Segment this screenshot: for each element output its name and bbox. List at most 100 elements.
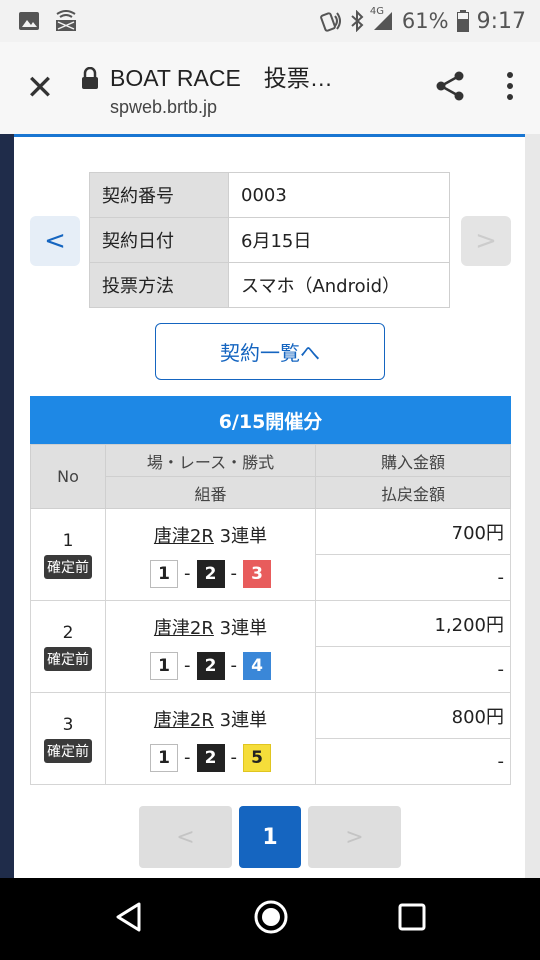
table-row: 3 確定前 唐津2R 3連単 1 - 2 - 5 800円 — [30, 692, 511, 785]
combo-separator: - — [184, 563, 191, 584]
boat-number: 1 — [150, 651, 178, 680]
bet-type: 3連単 — [219, 709, 268, 731]
pagination-current-page[interactable]: 1 — [239, 806, 301, 868]
overflow-menu-button[interactable] — [480, 71, 540, 105]
payout-amount: - — [315, 646, 511, 693]
race-link[interactable]: 唐津2R — [154, 618, 214, 639]
chevron-left-icon: < — [176, 824, 195, 850]
combo-separator: - — [184, 747, 191, 768]
recents-button[interactable] — [398, 903, 426, 935]
table-row: 2 確定前 唐津2R 3連単 1 - 2 - 4 1,200円 — [30, 600, 511, 693]
clock: 9:17 — [476, 8, 526, 34]
system-navigation-bar — [0, 878, 540, 960]
boat-number: 1 — [150, 559, 178, 588]
contract-date-label: 契約日付 — [89, 217, 229, 263]
race-link[interactable]: 唐津2R — [154, 526, 214, 547]
boat-number: 4 — [243, 651, 271, 680]
purchase-amount: 800円 — [315, 692, 511, 739]
contract-number-value: 0003 — [228, 172, 450, 218]
boat-number: 5 — [243, 743, 271, 772]
bet-no: 2 — [62, 622, 74, 643]
title-area: BOAT RACE 投票… spweb.brtb.jp — [80, 59, 420, 118]
contract-number-label: 契約番号 — [89, 172, 229, 218]
chevron-left-icon: < — [44, 226, 66, 256]
race-cell: 唐津2R 3連単 1 - 2 - 3 — [105, 508, 316, 601]
boat-number: 2 — [196, 651, 225, 680]
race-link[interactable]: 唐津2R — [154, 710, 214, 731]
home-button[interactable] — [253, 899, 289, 939]
battery-icon — [456, 10, 469, 32]
boat-number: 3 — [243, 559, 271, 588]
contract-list-button[interactable]: 契約一覧へ — [155, 323, 385, 380]
contract-info-table: 契約番号 0003 契約日付 6月15日 投票方法 スマホ（Android） — [89, 172, 450, 308]
purchase-amount: 700円 — [315, 508, 511, 555]
page-url: spweb.brtb.jp — [110, 96, 218, 117]
bet-no: 3 — [62, 714, 74, 735]
vote-method-value: スマホ（Android） — [228, 262, 450, 308]
combination: 1 - 2 - 3 — [106, 559, 315, 588]
contract-row: 契約番号 0003 — [89, 172, 450, 218]
back-triangle-icon — [116, 902, 141, 932]
bluetooth-icon — [350, 10, 364, 32]
pagination-next-button[interactable]: > — [308, 806, 401, 868]
battery-percent: 61% — [401, 9, 449, 33]
chevron-right-icon: > — [475, 226, 497, 256]
combo-separator: - — [184, 655, 191, 676]
header-payout-amount: 払戻金額 — [315, 476, 511, 509]
race-cell: 唐津2R 3連単 1 - 2 - 5 — [105, 692, 316, 785]
combo-separator: - — [230, 563, 238, 584]
race-cell: 唐津2R 3連単 1 - 2 - 4 — [105, 600, 316, 693]
bet-no: 1 — [62, 530, 74, 551]
network-type: 4G — [369, 6, 385, 17]
background-edge — [0, 134, 14, 878]
prev-contract-button[interactable]: < — [30, 216, 80, 266]
combination: 1 - 2 - 5 — [106, 743, 315, 772]
combo-separator: - — [230, 747, 238, 768]
more-vert-icon — [506, 71, 514, 105]
pagination-prev-button[interactable]: < — [139, 806, 232, 868]
recents-square-icon — [398, 903, 426, 931]
contract-row: 契約日付 6月15日 — [89, 217, 450, 263]
bet-no-cell: 2 確定前 — [30, 600, 106, 693]
combo-separator: - — [230, 655, 238, 676]
bet-no-cell: 1 確定前 — [30, 508, 106, 601]
boat-number: 2 — [196, 559, 225, 588]
image-notification-icon — [18, 11, 40, 31]
status-badge: 確定前 — [44, 646, 92, 671]
share-icon — [434, 70, 466, 106]
share-button[interactable] — [420, 70, 480, 106]
table-header-row: No 場・レース・勝式 購入金額 — [30, 444, 511, 509]
bet-no-cell: 3 確定前 — [30, 692, 106, 785]
nfc-icon — [320, 10, 342, 32]
purchase-amount: 1,200円 — [315, 600, 511, 647]
status-bar: 4G 61% 9:17 — [0, 0, 540, 42]
status-badge: 確定前 — [44, 738, 92, 763]
payout-amount: - — [315, 554, 511, 601]
header-purchase-amount: 購入金額 — [315, 444, 511, 477]
combination: 1 - 2 - 4 — [106, 651, 315, 680]
contract-row: 投票方法 スマホ（Android） — [89, 262, 450, 308]
chevron-right-icon: > — [345, 824, 364, 850]
bet-type: 3連単 — [219, 525, 268, 547]
back-button[interactable] — [114, 901, 144, 937]
browser-app-bar: ✕ BOAT RACE 投票… spweb.brtb.jp — [0, 42, 540, 134]
table-row: 1 確定前 唐津2R 3連単 1 - 2 - 3 700円 — [30, 508, 511, 601]
boat-number: 1 — [150, 743, 178, 772]
home-circle-icon — [254, 900, 288, 934]
close-button[interactable]: ✕ — [0, 42, 80, 134]
bet-type: 3連単 — [219, 617, 268, 639]
status-badge: 確定前 — [44, 554, 92, 579]
header-venue-race-type: 場・レース・勝式 — [105, 444, 316, 477]
section-title: 6/15開催分 — [30, 396, 511, 444]
header-combination: 組番 — [105, 476, 316, 509]
bet-table: No 場・レース・勝式 購入金額 組番 払戻金額 1 確定前 唐津2R 3連単 … — [30, 444, 511, 785]
page-title: BOAT RACE 投票… — [110, 64, 333, 91]
vote-method-label: 投票方法 — [89, 262, 229, 308]
close-icon: ✕ — [25, 68, 55, 108]
cellular-signal-icon: 4G — [370, 6, 394, 32]
header-no: No — [30, 444, 106, 509]
boat-number: 2 — [196, 743, 225, 772]
payout-amount: - — [315, 738, 511, 785]
contract-date-value: 6月15日 — [228, 217, 450, 263]
next-contract-button[interactable]: > — [461, 216, 511, 266]
